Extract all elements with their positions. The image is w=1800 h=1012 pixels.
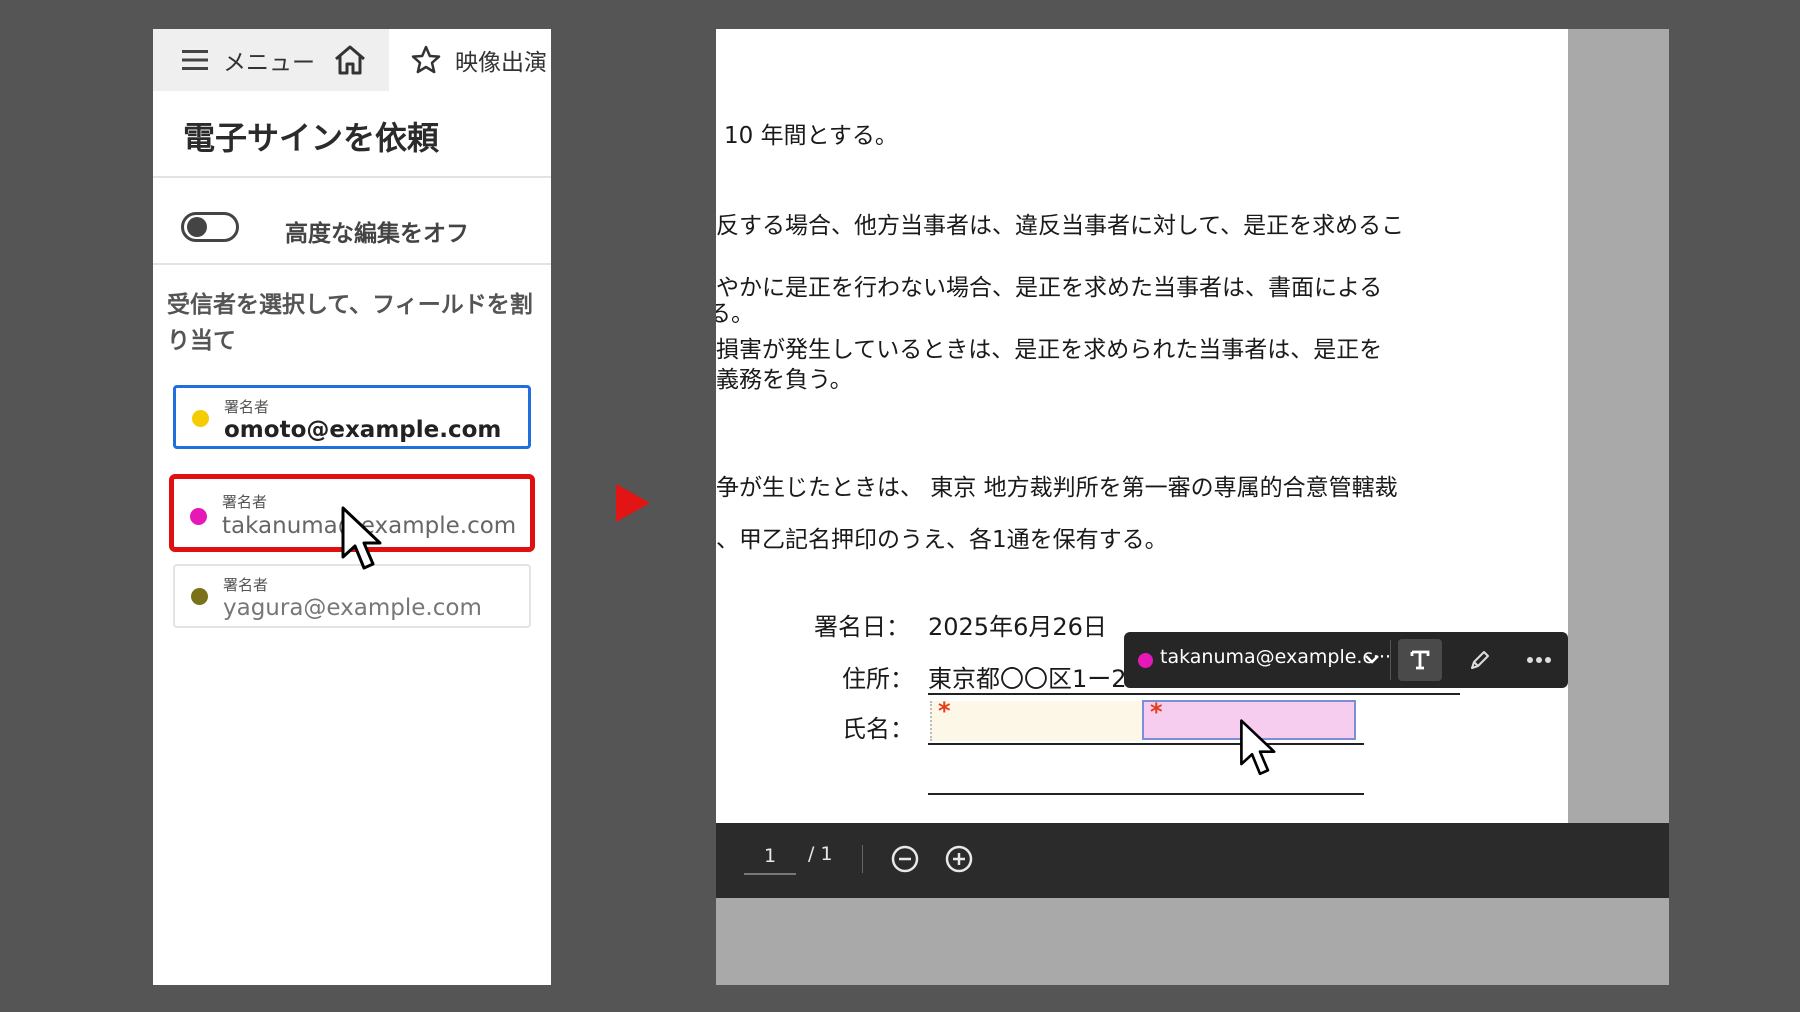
zoom-in-icon[interactable]	[944, 844, 974, 874]
chevron-down-icon[interactable]	[1363, 650, 1381, 668]
extra-underline	[928, 793, 1364, 795]
text-tool-icon	[1410, 650, 1430, 670]
assign-instruction: 受信者を選択して、フィールドを割り当て	[167, 292, 533, 354]
address-underline	[928, 693, 1460, 695]
viewer-margin	[1568, 29, 1669, 823]
document-text-line: 義務を負う。	[716, 367, 853, 393]
document-text-line: 10 年間とする。	[724, 123, 898, 149]
advanced-edit-toggle[interactable]	[181, 212, 239, 242]
toolbar-separator	[862, 845, 863, 873]
divider	[153, 263, 551, 265]
document-text-line: 争が生じたときは、 東京 地方裁判所を第一審の専属的合意管轄裁	[716, 475, 1398, 501]
recipient-dropdown[interactable]: takanuma@example.c···	[1160, 646, 1391, 668]
recipient-role: 署名者	[223, 576, 269, 594]
name-label: 氏名：	[842, 715, 914, 743]
tab-label: 映像出演	[455, 50, 547, 76]
page-number-input[interactable]: 1	[744, 841, 796, 875]
document-text-line: 反する場合、他方当事者は、違反当事者に対して、是正を求めるこ	[716, 213, 1405, 239]
panel-title: 電子サインを依頼	[183, 119, 440, 157]
mouse-cursor-icon	[1240, 719, 1276, 776]
recipient-color-dot	[191, 588, 208, 605]
viewer-background	[716, 898, 1669, 985]
sign-date-value: 2025年6月26日	[928, 613, 1107, 641]
home-icon	[335, 45, 365, 75]
menu-button[interactable]: メニュー	[181, 29, 315, 91]
mouse-cursor-icon	[341, 506, 382, 570]
document-page: 10 年間とする。 反する場合、他方当事者は、違反当事者に対して、是正を求めるこ…	[716, 29, 1568, 823]
home-button[interactable]	[333, 29, 367, 91]
advanced-edit-label: 高度な編集をオフ	[285, 221, 469, 247]
recipient-email: omoto@example.com	[224, 417, 502, 443]
signature-field-1[interactable]: *	[930, 697, 1142, 741]
document-text-line: やかに是正を行わない場合、是正を求めた当事者は、書面による	[716, 275, 1383, 301]
text-tool-button[interactable]	[1398, 639, 1442, 681]
recipient-color-dot	[192, 410, 209, 427]
field-toolbar: takanuma@example.c···	[1124, 632, 1568, 688]
hamburger-icon	[182, 50, 208, 70]
more-icon[interactable]	[1526, 656, 1552, 664]
document-text-line: る。	[716, 301, 754, 327]
star-icon	[411, 45, 441, 74]
required-marker: *	[1150, 698, 1163, 726]
recipient-role: 署名者	[224, 398, 270, 416]
play-arrow-icon	[616, 484, 650, 522]
recipient-color-dot	[190, 508, 207, 525]
zoom-out-icon[interactable]	[890, 844, 920, 874]
address-label: 住所：	[842, 665, 914, 693]
document-text-line: 損害が発生しているときは、是正を求められた当事者は、是正を	[716, 337, 1383, 363]
page-navigation-bar: 1 / 1	[716, 823, 1669, 898]
page-total: / 1	[808, 843, 833, 865]
address-value: 東京都〇〇区1ー2	[928, 665, 1127, 693]
recipient-item-omoto[interactable]: 署名者 omoto@example.com	[173, 385, 531, 449]
toggle-knob	[187, 217, 207, 237]
recipient-color-dot	[1138, 653, 1153, 668]
menu-label: メニュー	[223, 50, 315, 76]
divider	[153, 176, 551, 178]
toolbar-separator	[1390, 640, 1391, 680]
top-bar: メニュー 映像出演	[153, 29, 551, 91]
required-marker: *	[938, 697, 951, 725]
pen-icon[interactable]	[1468, 648, 1492, 672]
tab-favorite-document[interactable]: 映像出演	[389, 29, 551, 91]
recipient-email: yagura@example.com	[223, 595, 482, 621]
name-underline	[928, 743, 1364, 745]
document-text-line: 、甲乙記名押印のうえ、各1通を保有する。	[716, 527, 1168, 553]
sign-date-label: 署名日：	[814, 613, 910, 641]
recipient-role: 署名者	[222, 493, 268, 511]
